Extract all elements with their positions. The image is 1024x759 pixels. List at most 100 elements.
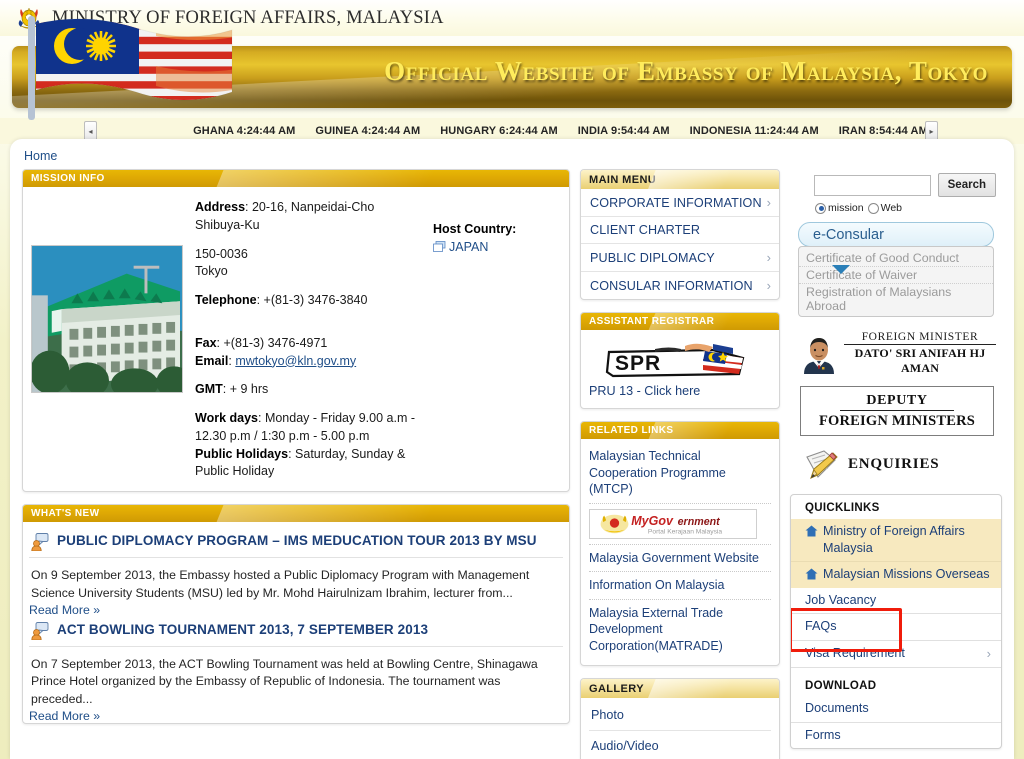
- related-link-matrade[interactable]: Malaysia External Trade Development Corp…: [589, 605, 771, 655]
- clock-country: GHANA: [193, 125, 234, 137]
- related-link-malaysia-government-website[interactable]: Malaysia Government Website: [589, 550, 771, 567]
- enquiries-label: ENQUIRIES: [848, 455, 940, 472]
- menu-item-consular-information[interactable]: CONSULAR INFORMATION ›: [581, 272, 779, 299]
- related-links-list: Malaysian Technical Cooperation Programm…: [581, 439, 779, 665]
- search-row: Search: [790, 169, 1002, 197]
- home-icon: [805, 525, 818, 537]
- email-label: Email: [195, 353, 229, 368]
- news-person-icon: [31, 533, 49, 552]
- quicklink-item: Ministry of Foreign Affairs Malaysia: [791, 519, 1001, 562]
- quicklink-item: Malaysian Missions Overseas: [791, 561, 1001, 588]
- quicklink-item: Job Vacancy: [791, 588, 1001, 615]
- city: Tokyo: [195, 264, 228, 279]
- menu-item: CLIENT CHARTER: [581, 217, 779, 244]
- spr-logo-icon[interactable]: SPR: [593, 338, 761, 380]
- radio-web-icon[interactable]: [867, 202, 879, 214]
- radio-mission-icon[interactable]: [815, 202, 826, 214]
- quicklink-item: Visa Requirement ›: [791, 641, 1001, 669]
- svg-text:Portal Kerajaan Malaysia: Portal Kerajaan Malaysia: [648, 528, 722, 535]
- quicklinks-panel: QUICKLINKS Ministry of Foreign Affairs M…: [790, 494, 1002, 750]
- news-title-row: PUBLIC DIPLOMACY PROGRAM – IMS MEDUCATIO…: [29, 528, 563, 558]
- address-line2: Shibuya-Ku: [195, 217, 260, 232]
- postcode: 150-0036: [195, 246, 248, 261]
- telephone-label: Telephone: [195, 293, 257, 307]
- econsular-item-registration-of-malaysians-abroad[interactable]: Registration of Malaysians Abroad: [799, 284, 993, 314]
- chevron-right-icon: ›: [766, 278, 771, 293]
- gallery-item-photo[interactable]: Photo: [591, 708, 624, 722]
- related-link-item: Malaysia Government Website: [589, 545, 771, 572]
- workdays-block: Work days: Monday - Friday 9.00 a.m - 12…: [195, 410, 433, 481]
- spr-link[interactable]: PRU 13 - Click here: [589, 384, 700, 398]
- mygovernment-banner-icon[interactable]: MyGov ernment Portal Kerajaan Malaysia: [589, 508, 757, 539]
- related-link-mtcp[interactable]: Malaysian Technical Cooperation Programm…: [589, 448, 771, 498]
- gallery-item-audio-video[interactable]: Audio/Video: [591, 739, 659, 753]
- banner: Official Website of Embassy of Malaysia,…: [0, 16, 1024, 120]
- quicklink-label: Ministry of Foreign Affairs Malaysia: [823, 524, 965, 555]
- breadcrumb[interactable]: Home: [24, 149, 1002, 163]
- clock-time: 4:24:44 AM: [236, 125, 296, 137]
- assistant-registrar-body: SPR PRU 13 - Click here: [581, 330, 779, 408]
- clock-item: INDIA 9:54:44 AM: [578, 125, 670, 137]
- banner-title: Official Website of Embassy of Malaysia,…: [384, 56, 988, 86]
- host-country-link[interactable]: JAPAN: [449, 240, 488, 254]
- download-documents[interactable]: Documents: [791, 696, 1001, 722]
- econsular-item-certificate-of-good-conduct[interactable]: Certificate of Good Conduct: [799, 250, 993, 267]
- related-links-header: RELATED LINKS: [581, 422, 779, 439]
- mission-info-header: MISSION INFO: [23, 170, 569, 187]
- news-title-row: ACT BOWLING TOURNAMENT 2013, 7 SEPTEMBER…: [29, 617, 563, 647]
- clock-country: INDIA: [577, 125, 608, 137]
- three-column-layout: MISSION INFO Address: 20-16, Nanpeidai-C…: [22, 169, 1002, 759]
- clock-list: GHANA 4:24:44 AM GUINEA 4:24:44 AM HUNGA…: [97, 125, 1024, 137]
- search-input[interactable]: [813, 174, 931, 196]
- news-body: On 9 September 2013, the Embassy hosted …: [31, 568, 530, 600]
- news-title-link[interactable]: PUBLIC DIPLOMACY PROGRAM – IMS MEDUCATIO…: [57, 532, 537, 550]
- mission-info-body: Address: 20-16, Nanpeidai-Cho Shibuya-Ku…: [23, 187, 569, 491]
- fax-email-block: Fax: +(81-3) 3476-4971 Email: mwtokyo@kl…: [195, 335, 433, 371]
- search-scope-mission[interactable]: mission: [815, 202, 864, 214]
- menu-item-label: CORPORATE INFORMATION: [590, 195, 762, 210]
- news-read-more-link[interactable]: Read More »: [29, 709, 563, 723]
- fax-value: : +(81-3) 3476-4971: [216, 335, 328, 350]
- new-window-icon: [433, 240, 446, 252]
- related-link-information-on-malaysia[interactable]: Information On Malaysia: [589, 577, 771, 594]
- search-scope-web[interactable]: Web: [867, 202, 902, 214]
- news-title-link[interactable]: ACT BOWLING TOURNAMENT 2013, 7 SEPTEMBER…: [57, 621, 428, 639]
- foreign-minister-photo: [800, 333, 838, 374]
- related-link-item: Malaysian Technical Cooperation Programm…: [589, 443, 771, 504]
- news-read-more-link[interactable]: Read More »: [29, 603, 563, 617]
- econsular-button[interactable]: e-Consular: [798, 222, 994, 247]
- clock-time: 8:54:44 AM: [869, 125, 928, 137]
- menu-item-label: CONSULAR INFORMATION: [590, 278, 753, 293]
- clock-country: HUNGARY: [440, 125, 496, 137]
- telephone-value: : +(81-3) 3476-3840: [256, 293, 368, 307]
- download-forms[interactable]: Forms: [791, 723, 1001, 749]
- main-menu-panel: MAIN MENU CORPORATE INFORMATION › CLIENT…: [580, 169, 780, 300]
- menu-item-corporate-information[interactable]: CORPORATE INFORMATION ›: [581, 189, 779, 216]
- chevron-right-icon: ›: [766, 250, 771, 265]
- workdays-label: Work days: [195, 411, 258, 425]
- page-root: MINISTRY OF FOREIGN AFFAIRS, MALAYSIA Of…: [0, 0, 1024, 759]
- quicklink-item: FAQs: [791, 614, 1001, 642]
- enquiries-row[interactable]: ENQUIRIES: [790, 436, 1002, 480]
- related-link-item: Information On Malaysia: [589, 572, 771, 600]
- main-menu-header: MAIN MENU: [581, 170, 779, 189]
- download-title: DOWNLOAD: [805, 680, 877, 693]
- foreign-minister-row[interactable]: FOREIGN MINISTER DATO' SRI ANIFAH HJ AMA…: [790, 317, 1002, 376]
- related-links-panel: RELATED LINKS Malaysian Technical Cooper…: [580, 421, 780, 666]
- econsular-item-certificate-of-waiver[interactable]: Certificate of Waiver: [799, 267, 993, 284]
- clock-item: INDONESIA 11:24:44 AM: [690, 125, 819, 137]
- menu-item-client-charter[interactable]: CLIENT CHARTER: [581, 217, 779, 243]
- search-button[interactable]: Search: [937, 173, 996, 197]
- related-link-item: Malaysia External Trade Development Corp…: [589, 600, 771, 660]
- quicklink-malaysian-missions-overseas[interactable]: Malaysian Missions Overseas: [791, 562, 1001, 588]
- svg-text:SPR: SPR: [615, 352, 661, 375]
- email-link[interactable]: mwtokyo@kln.gov.my: [235, 354, 356, 368]
- quicklink-job-vacancy[interactable]: Job Vacancy: [791, 588, 1001, 614]
- quicklink-faqs[interactable]: FAQs: [791, 614, 1001, 640]
- menu-item-public-diplomacy[interactable]: PUBLIC DIPLOMACY ›: [581, 244, 779, 271]
- quicklink-visa-requirement[interactable]: Visa Requirement ›: [791, 641, 1001, 667]
- deputy-foreign-ministers-box[interactable]: DEPUTY FOREIGN MINISTERS: [800, 386, 994, 436]
- quicklink-ministry-of-foreign-affairs-malaysia[interactable]: Ministry of Foreign Affairs Malaysia: [791, 519, 1001, 561]
- clock-time: 6:24:44 AM: [499, 125, 558, 137]
- right-column: Search mission Web e-Consular Certificat…: [790, 169, 1002, 759]
